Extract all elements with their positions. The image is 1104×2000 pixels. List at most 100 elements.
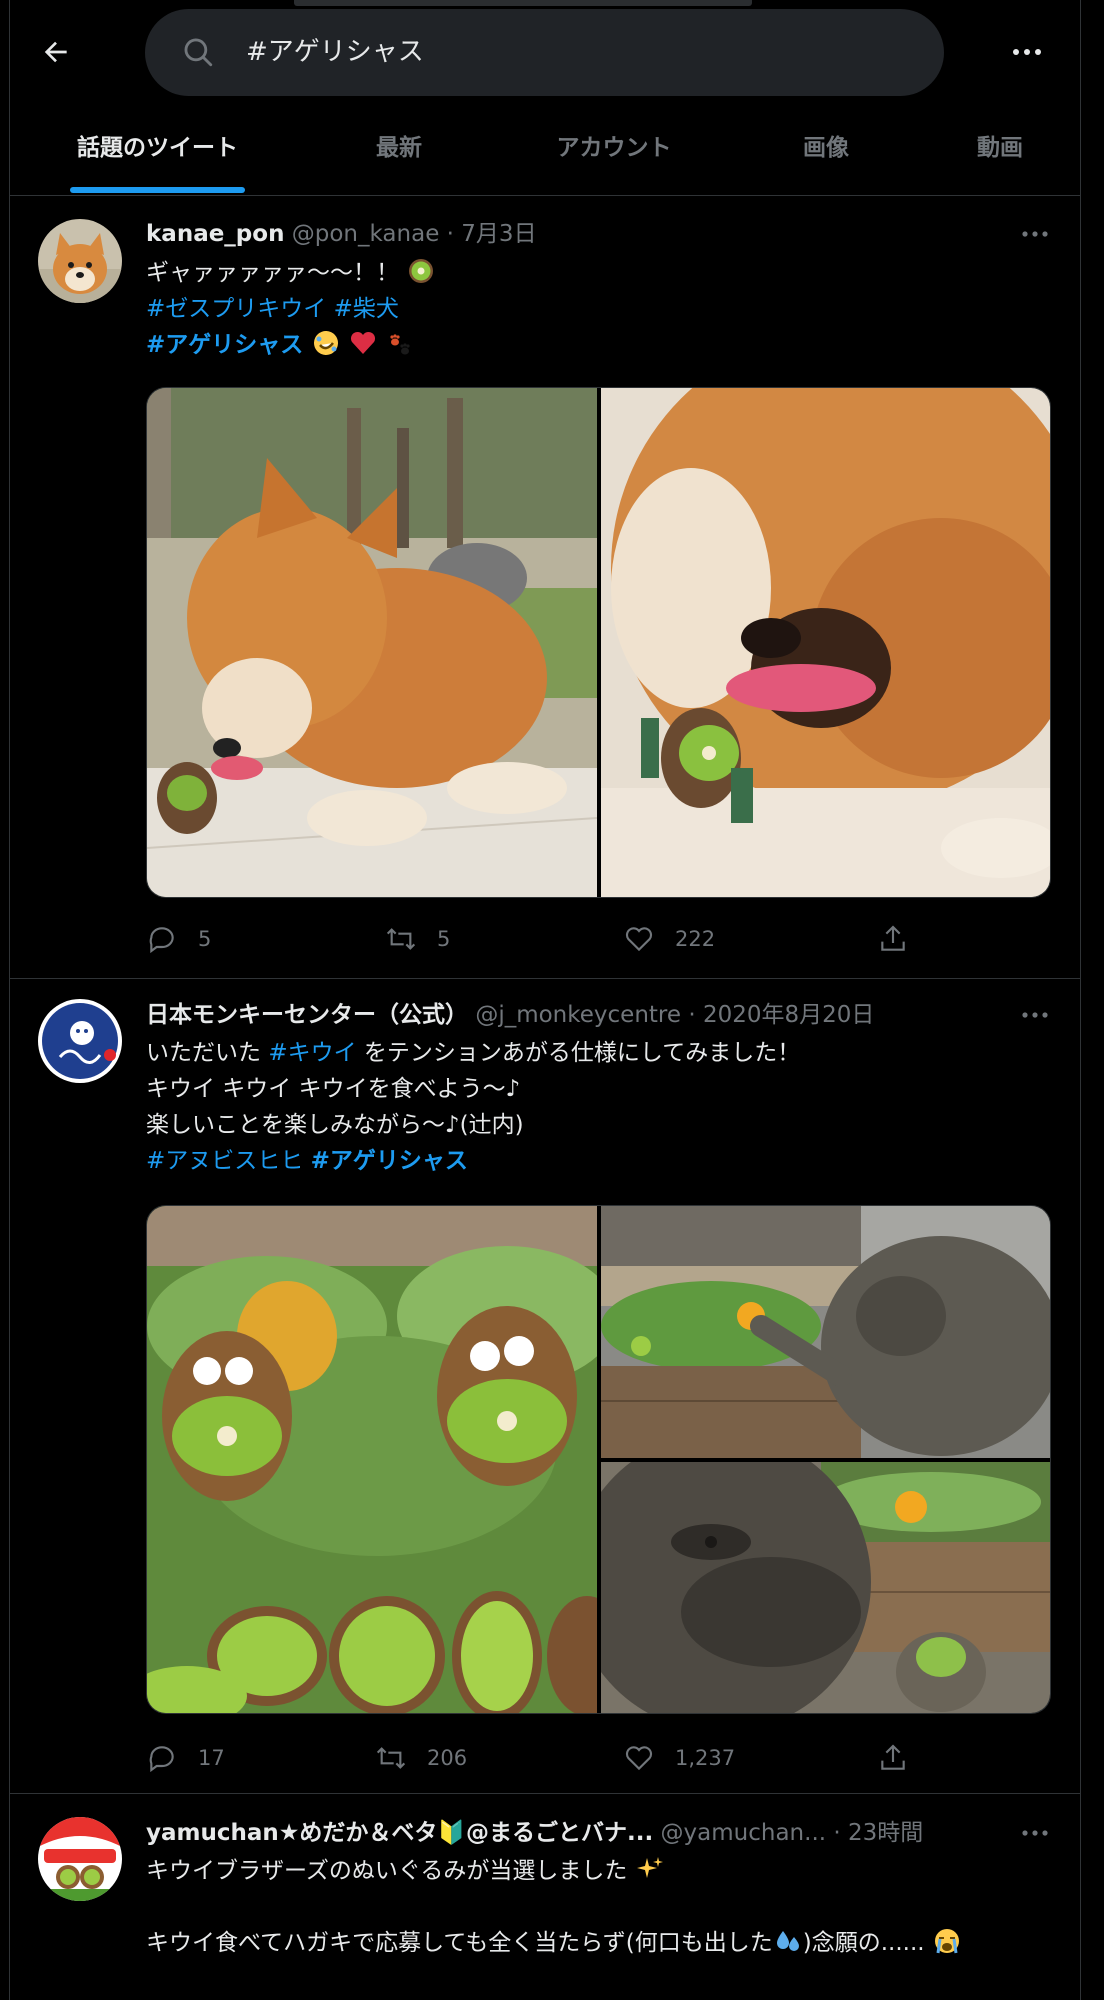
more-horizontal-icon: [1022, 231, 1048, 237]
tweet-text: いただいた #キウイ をテンションあがる仕様にしてみました！ キウイ キウイ キ…: [146, 1035, 1056, 1179]
text-segment: キウイ食べてハガキで応募しても全く当たらず(何口も出した: [146, 1930, 773, 1956]
text-line: ギャァァァァァ〜〜！！: [146, 255, 1056, 291]
avatar[interactable]: [38, 219, 122, 303]
reply-count: 5: [198, 927, 212, 951]
tab-images[interactable]: 画像: [771, 106, 881, 196]
tweet-header: kanae_pon @pon_kanae · 7月3日: [146, 218, 537, 250]
tab-accounts[interactable]: アカウント: [529, 106, 699, 196]
hashtag-link[interactable]: #キウイ: [268, 1040, 356, 1066]
baboon-closeup-photo[interactable]: [601, 1462, 1050, 1713]
avatar[interactable]: [38, 1817, 122, 1901]
search-tabs: 話題のツイート 最新 アカウント 画像 動画: [9, 106, 1081, 196]
tweet-actions: 5 5 222: [146, 919, 1051, 959]
user-handle[interactable]: @pon_kanae: [292, 221, 440, 247]
baboon-eating-vegetables-photo[interactable]: [601, 1206, 1050, 1458]
hashtag-link[interactable]: #ゼスプリキウイ: [146, 296, 326, 322]
retweet-button[interactable]: 5: [385, 919, 450, 959]
tweet-3[interactable]: yamuchan★めだか＆ベタ🔰@まるごとバナ... @yamuchan... …: [9, 1795, 1081, 2000]
tweet-media[interactable]: [146, 1205, 1051, 1714]
tweet-more-button[interactable]: [1015, 1817, 1055, 1849]
search-query[interactable]: #アゲリシャス: [246, 9, 424, 96]
retweet-button[interactable]: 206: [375, 1738, 467, 1778]
sparkles-emoji-icon: [636, 1857, 663, 1878]
text-line: #アゲリシャス: [146, 327, 1056, 363]
separator: ·: [688, 1002, 696, 1028]
reply-button[interactable]: 17: [146, 1738, 225, 1778]
avatar[interactable]: [38, 999, 122, 1083]
more-horizontal-icon: [1013, 49, 1041, 55]
text-line: キウイ キウイ キウイを食べよう〜♪: [146, 1076, 521, 1102]
display-name[interactable]: 日本モンキーセンター（公式）: [146, 1002, 468, 1028]
back-button[interactable]: [36, 32, 76, 72]
like-count: 222: [675, 927, 716, 951]
twitter-search-page: #アゲリシャス 話題のツイート 最新 アカウント 画像 動画 kanae_pon…: [0, 0, 1104, 2000]
text-line: #アヌビスヒヒ #アゲリシャス: [146, 1143, 1056, 1179]
monkey-centre-logo-avatar-icon: [38, 999, 122, 1083]
tab-latest[interactable]: 最新: [339, 106, 459, 196]
paw-prints-emoji-icon: [390, 334, 410, 355]
shiba-dog-licking-kiwi-toy-photo[interactable]: [147, 388, 597, 897]
tweet-text: キウイブラザーズのぬいぐるみが当選しました キウイ食べてハガキで応募しても全く当…: [146, 1853, 1056, 1961]
text-segment: ギャァァァァァ〜〜！！: [146, 260, 399, 286]
heart-icon: [625, 927, 653, 952]
hashtag-link[interactable]: #アゲリシャス: [146, 332, 303, 358]
like-button[interactable]: 222: [623, 919, 715, 959]
scroll-notch: [294, 0, 752, 6]
reply-icon: [149, 1746, 174, 1773]
text-line: キウイブラザーズのぬいぐるみが当選しました: [146, 1853, 1056, 1889]
more-options-button[interactable]: [1002, 32, 1052, 72]
timestamp[interactable]: 7月3日: [461, 221, 536, 247]
tweet-1[interactable]: kanae_pon @pon_kanae · 7月3日 ギャァァァァァ〜〜！！ …: [9, 197, 1081, 979]
text-segment: をテンションあがる仕様にしてみました！: [356, 1040, 801, 1066]
user-handle[interactable]: @yamuchan...: [661, 1820, 827, 1846]
display-name[interactable]: kanae_pon: [146, 221, 284, 247]
tab-videos[interactable]: 動画: [945, 106, 1055, 196]
text-segment: キウイブラザーズのぬいぐるみが当選しました: [146, 1858, 628, 1884]
tweet-media[interactable]: [146, 387, 1051, 898]
timestamp[interactable]: 2020年8月20日: [703, 1002, 874, 1028]
more-horizontal-icon: [1022, 1830, 1048, 1836]
tweet-more-button[interactable]: [1015, 999, 1055, 1031]
tweet-2[interactable]: 日本モンキーセンター（公式） @j_monkeycentre · 2020年8月…: [9, 979, 1081, 1794]
arrow-left-icon: [44, 41, 67, 63]
red-heart-emoji-icon: [350, 331, 375, 354]
text-line: 楽しいことを楽しみながら〜♪(辻内): [146, 1112, 524, 1138]
retweet-count: 206: [427, 1746, 468, 1770]
like-count: 1,237: [675, 1746, 736, 1770]
top-bar: #アゲリシャス: [0, 0, 1104, 106]
share-button[interactable]: [877, 919, 929, 959]
search-input[interactable]: #アゲリシャス: [145, 9, 944, 96]
sweat-droplets-emoji-icon: [776, 1931, 799, 1951]
text-segment: いただいた: [146, 1040, 269, 1066]
text-line: キウイ食べてハガキで応募しても全く当たらず(何口も出した )念願の......: [146, 1925, 1056, 1961]
user-handle[interactable]: @j_monkeycentre: [475, 1002, 681, 1028]
separator: ·: [833, 1820, 841, 1846]
share-button[interactable]: [877, 1738, 929, 1778]
active-tab-indicator: [70, 187, 245, 193]
reply-count: 17: [198, 1746, 225, 1770]
text-line: いただいた #キウイ をテンションあがる仕様にしてみました！: [146, 1035, 1056, 1071]
share-icon: [881, 925, 905, 951]
tweet-header: 日本モンキーセンター（公式） @j_monkeycentre · 2020年8月…: [146, 999, 874, 1031]
heart-icon: [625, 1746, 653, 1771]
text-segment: )念願の......: [802, 1930, 925, 1956]
text-line: #ゼスプリキウイ #柴犬: [146, 291, 1056, 327]
retweet-icon: [376, 1747, 406, 1769]
display-name[interactable]: yamuchan★めだか＆ベタ🔰@まるごとバナ...: [146, 1820, 653, 1846]
shiba-dog-closeup-kiwi-toy-photo[interactable]: [601, 388, 1050, 897]
hashtag-link[interactable]: #アヌビスヒヒ: [146, 1148, 303, 1174]
shiba-dog-avatar-icon: [38, 219, 122, 303]
tweet-more-button[interactable]: [1015, 218, 1055, 250]
hashtag-link[interactable]: #アゲリシャス: [311, 1148, 468, 1174]
tweet-header: yamuchan★めだか＆ベタ🔰@まるごとバナ... @yamuchan... …: [146, 1817, 923, 1849]
tab-top[interactable]: 話題のツイート: [70, 106, 245, 196]
retweet-icon: [386, 928, 416, 950]
timestamp[interactable]: 23時間: [848, 1820, 923, 1846]
loudly-crying-face-emoji-icon: [934, 1929, 959, 1954]
tweet-text: ギャァァァァァ〜〜！！ #ゼスプリキウイ #柴犬 #アゲリシャス: [146, 255, 1056, 363]
like-button[interactable]: 1,237: [623, 1738, 735, 1778]
reply-button[interactable]: 5: [146, 919, 211, 959]
search-icon: [184, 38, 213, 67]
hashtag-link[interactable]: #柴犬: [334, 296, 399, 322]
kiwi-faces-on-greens-photo[interactable]: [147, 1206, 597, 1713]
